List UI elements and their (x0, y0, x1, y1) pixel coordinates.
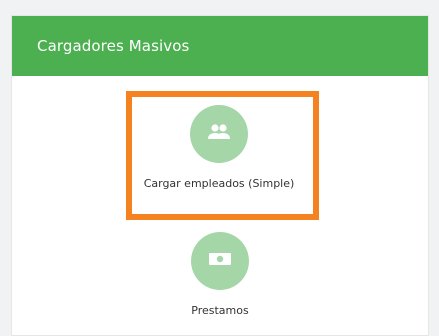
people-icon (206, 122, 232, 146)
loans-icon-circle[interactable] (191, 232, 249, 290)
load-employees-label: Cargar empleados (Simple) (143, 177, 295, 190)
loans-tile[interactable]: Prestamos (150, 232, 290, 317)
panel-header: Cargadores Masivos (12, 16, 428, 76)
money-icon (208, 251, 232, 271)
panel-title: Cargadores Masivos (37, 37, 190, 55)
load-employees-icon-circle[interactable] (190, 105, 248, 163)
load-employees-tile[interactable]: Cargar empleados (Simple) (130, 105, 308, 190)
loans-label: Prestamos (191, 304, 249, 317)
